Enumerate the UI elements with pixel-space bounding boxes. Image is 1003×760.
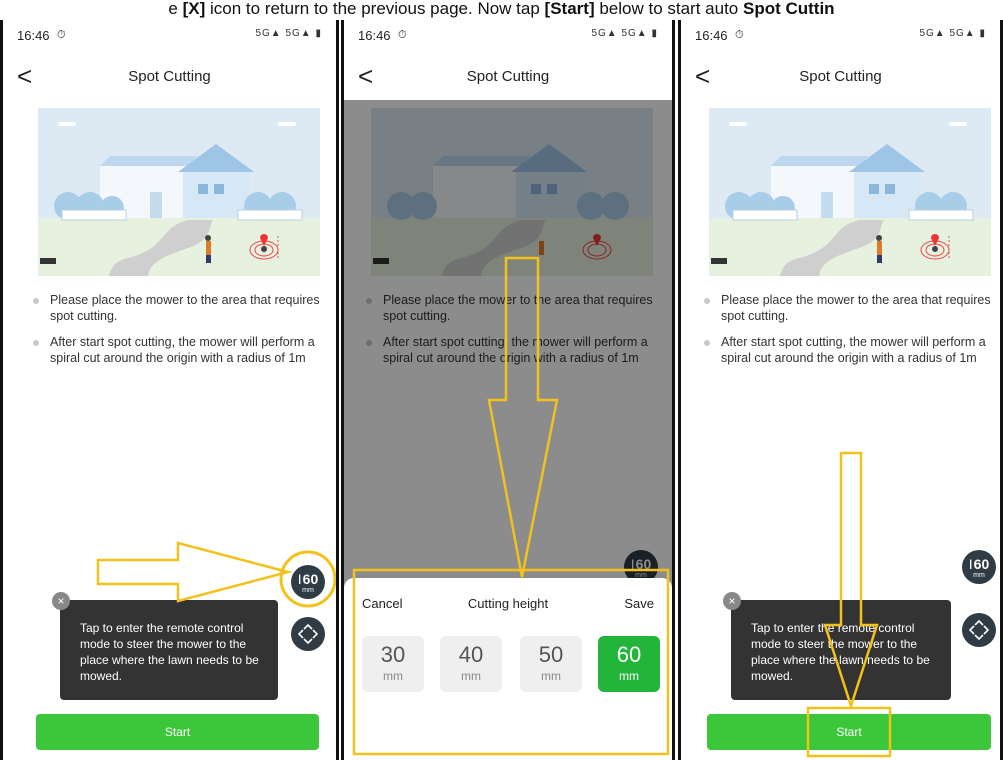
option-unit: mm [383, 669, 403, 683]
screen-3: 16:46 ⏱ 5G▲ 5G▲ ▮ < Spot Cutting Please … [678, 20, 1003, 760]
option-unit: mm [619, 669, 639, 683]
height-option-60[interactable]: 60 mm [598, 636, 660, 692]
start-button[interactable]: Start [36, 714, 319, 750]
illustration [709, 108, 991, 276]
page-title: Spot Cutting [799, 68, 882, 85]
list-item: After start spot cutting, the mower will… [30, 334, 322, 366]
save-button[interactable]: Save [624, 596, 654, 611]
option-value: 30 [380, 642, 406, 667]
close-icon[interactable]: × [52, 592, 70, 610]
nav-bar: < Spot Cutting [681, 60, 1000, 96]
alarm-icon: ⏱ [398, 29, 407, 41]
instruction-caption: e [X] icon to return to the previous pag… [168, 0, 835, 18]
alarm-icon: ⏱ [735, 29, 744, 41]
remote-control-tooltip: × Tap to enter the remote control mode t… [52, 592, 278, 700]
joystick-icon [968, 619, 990, 641]
page-title: Spot Cutting [466, 68, 550, 85]
list-item: After start spot cutting, the mower will… [701, 334, 996, 366]
signal-icon: 5G▲ 5G▲ ▮ [255, 28, 322, 39]
sheet-title: Cutting height [467, 596, 549, 611]
status-time: 16:46 [358, 28, 391, 43]
annotation-arrow-right [96, 541, 293, 603]
status-bar: 16:46 ⏱ 5G▲ 5G▲ ▮ [3, 28, 336, 48]
height-unit: mm [302, 587, 314, 594]
start-button[interactable]: Start [707, 714, 991, 750]
remote-control-button[interactable] [962, 613, 996, 647]
cutting-height-button[interactable]: I60 mm [962, 550, 996, 584]
tooltip-text: Tap to enter the remote control mode to … [80, 621, 259, 683]
nav-bar: < Spot Cutting [344, 60, 672, 96]
alarm-icon: ⏱ [57, 29, 66, 41]
close-icon[interactable]: × [723, 592, 741, 610]
option-value: 60 [616, 642, 642, 667]
status-bar: 16:46 ⏱ 5G▲ 5G▲ ▮ [344, 28, 672, 48]
option-unit: mm [541, 669, 561, 683]
screen-2: 16:46 ⏱ 5G▲ 5G▲ ▮ < Spot Cutting Please … [341, 20, 675, 760]
remote-control-button[interactable] [291, 617, 325, 651]
height-option-30[interactable]: 30 mm [362, 636, 424, 692]
screen-1: 16:46 ⏱ 5G▲ 5G▲ ▮ < Spot Cutting Please … [0, 20, 339, 760]
remote-control-tooltip: × Tap to enter the remote control mode t… [723, 592, 951, 700]
instructions-list: Please place the mower to the area that … [30, 292, 322, 376]
height-icon: I [297, 571, 302, 587]
height-value: 60 [973, 556, 990, 572]
height-unit: mm [973, 572, 985, 579]
height-icon: I [968, 556, 973, 572]
list-item: Please place the mower to the area that … [701, 292, 996, 324]
height-option-40[interactable]: 40 mm [440, 636, 502, 692]
option-value: 50 [538, 642, 564, 667]
cutting-height-button[interactable]: I60 mm [291, 565, 325, 599]
list-item: Please place the mower to the area that … [30, 292, 322, 324]
joystick-icon [297, 623, 319, 645]
status-bar: 16:46 ⏱ 5G▲ 5G▲ ▮ [681, 28, 1000, 48]
height-value: 60 [302, 571, 319, 587]
option-unit: mm [461, 669, 481, 683]
page-title: Spot Cutting [128, 68, 211, 85]
nav-bar: < Spot Cutting [3, 60, 336, 96]
status-time: 16:46 [17, 28, 50, 43]
option-value: 40 [458, 642, 484, 667]
instructions-list: Please place the mower to the area that … [701, 292, 996, 376]
cutting-height-sheet: Cancel Cutting height Save 30 mm 40 mm 5… [344, 578, 672, 760]
tooltip-text: Tap to enter the remote control mode to … [751, 621, 930, 683]
illustration [38, 108, 320, 276]
signal-icon: 5G▲ 5G▲ ▮ [591, 28, 658, 39]
status-time: 16:46 [695, 28, 728, 43]
signal-icon: 5G▲ 5G▲ ▮ [919, 28, 986, 39]
height-option-50[interactable]: 50 mm [520, 636, 582, 692]
